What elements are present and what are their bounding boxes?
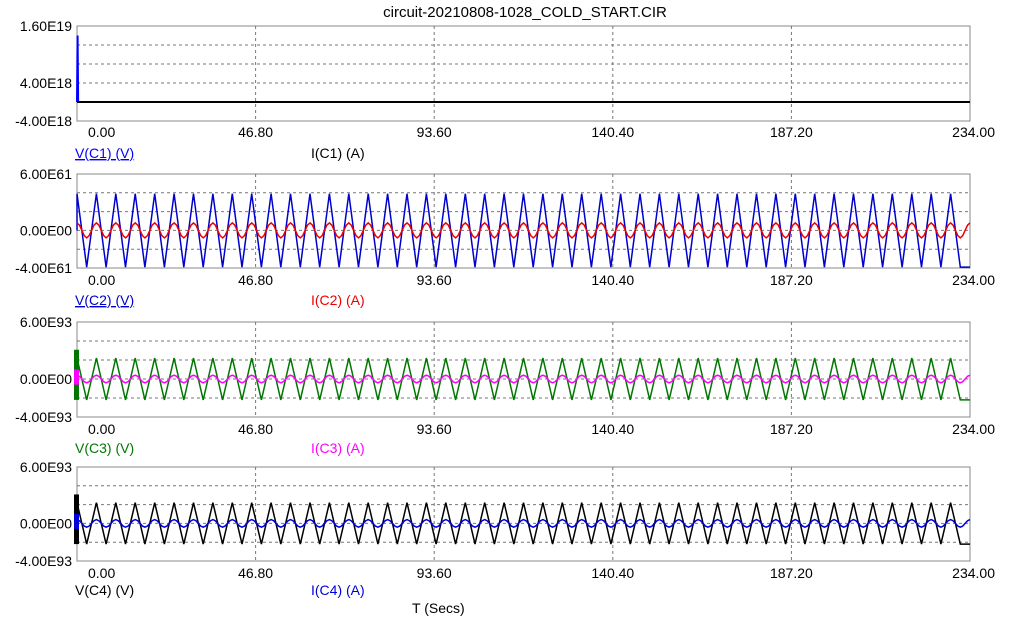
legend-entry: V(C3) (V) <box>75 440 134 456</box>
legend-entry: V(C4) (V) <box>75 582 134 598</box>
x-tick-label: 234.00 <box>952 272 995 288</box>
legend-entry: V(C2) (V) <box>75 292 134 308</box>
y-tick-label: -4.00E18 <box>15 113 72 129</box>
x-tick-label: 93.60 <box>417 272 452 288</box>
x-tick-label: 187.20 <box>770 124 813 140</box>
x-tick-label: 46.80 <box>238 565 273 581</box>
transient-burst <box>74 514 79 530</box>
legend-entry: I(C1) (A) <box>311 145 365 161</box>
legend-entry: I(C2) (A) <box>311 292 365 308</box>
x-tick-label: 234.00 <box>952 124 995 140</box>
panel-2: 0.00 46.80 93.60 140.40 187.20 234.00 6.00E61 0… <box>15 166 995 308</box>
x-tick-label: 46.80 <box>238 124 273 140</box>
transient-burst <box>74 369 79 385</box>
x-tick-label: 187.20 <box>770 272 813 288</box>
y-tick-label: 4.00E18 <box>20 75 72 91</box>
x-tick-label: 140.40 <box>591 565 634 581</box>
x-tick-label: 140.40 <box>591 421 634 437</box>
plot-frame <box>76 25 971 122</box>
x-tick-label: 93.60 <box>417 124 452 140</box>
x-tick-label: 187.20 <box>770 421 813 437</box>
y-tick-label: 0.00E00 <box>20 222 72 238</box>
y-tick-label: 6.00E93 <box>20 459 72 475</box>
y-tick-label: 6.00E61 <box>20 166 72 182</box>
x-tick-label: 93.60 <box>417 565 452 581</box>
x-tick-label: 234.00 <box>952 421 995 437</box>
y-tick-label: -4.00E93 <box>15 553 72 569</box>
plot-frame <box>76 173 971 269</box>
y-tick-label: -4.00E93 <box>15 409 72 425</box>
y-tick-label: 0.00E00 <box>20 515 72 531</box>
x-tick-label: 93.60 <box>417 421 452 437</box>
x-tick-label: 0.00 <box>88 421 115 437</box>
x-tick-label: 140.40 <box>591 272 634 288</box>
plot-area: 0.00 46.80 93.60 140.40 187.20 234.00 1.60E19 4… <box>15 18 995 598</box>
x-tick-label: 0.00 <box>88 272 115 288</box>
x-tick-label: 46.80 <box>238 421 273 437</box>
y-tick-label: -4.00E61 <box>15 260 72 276</box>
legend-entry: V(C1) (V) <box>75 145 134 161</box>
x-tick-label: 0.00 <box>88 565 115 581</box>
y-tick-label: 6.00E93 <box>20 314 72 330</box>
x-tick-label: 187.20 <box>770 565 813 581</box>
x-tick-label: 140.40 <box>591 124 634 140</box>
x-tick-label: 0.00 <box>88 124 115 140</box>
series-line <box>76 35 80 103</box>
x-axis-title: T (Secs) <box>412 600 465 616</box>
panel-4: 0.00 46.80 93.60 140.40 187.20 234.00 6.00E93 0… <box>15 459 995 598</box>
panel-1: 0.00 46.80 93.60 140.40 187.20 234.00 1.60E19 4… <box>15 18 995 161</box>
legend-entry: I(C4) (A) <box>311 582 365 598</box>
x-tick-label: 46.80 <box>238 272 273 288</box>
y-tick-label: 0.00E00 <box>20 371 72 387</box>
legend-entry: I(C3) (A) <box>311 440 365 456</box>
panel-3: 0.00 46.80 93.60 140.40 187.20 234.00 6.00E93 0… <box>15 314 995 456</box>
y-tick-label: 1.60E19 <box>20 18 72 34</box>
x-tick-label: 234.00 <box>952 565 995 581</box>
